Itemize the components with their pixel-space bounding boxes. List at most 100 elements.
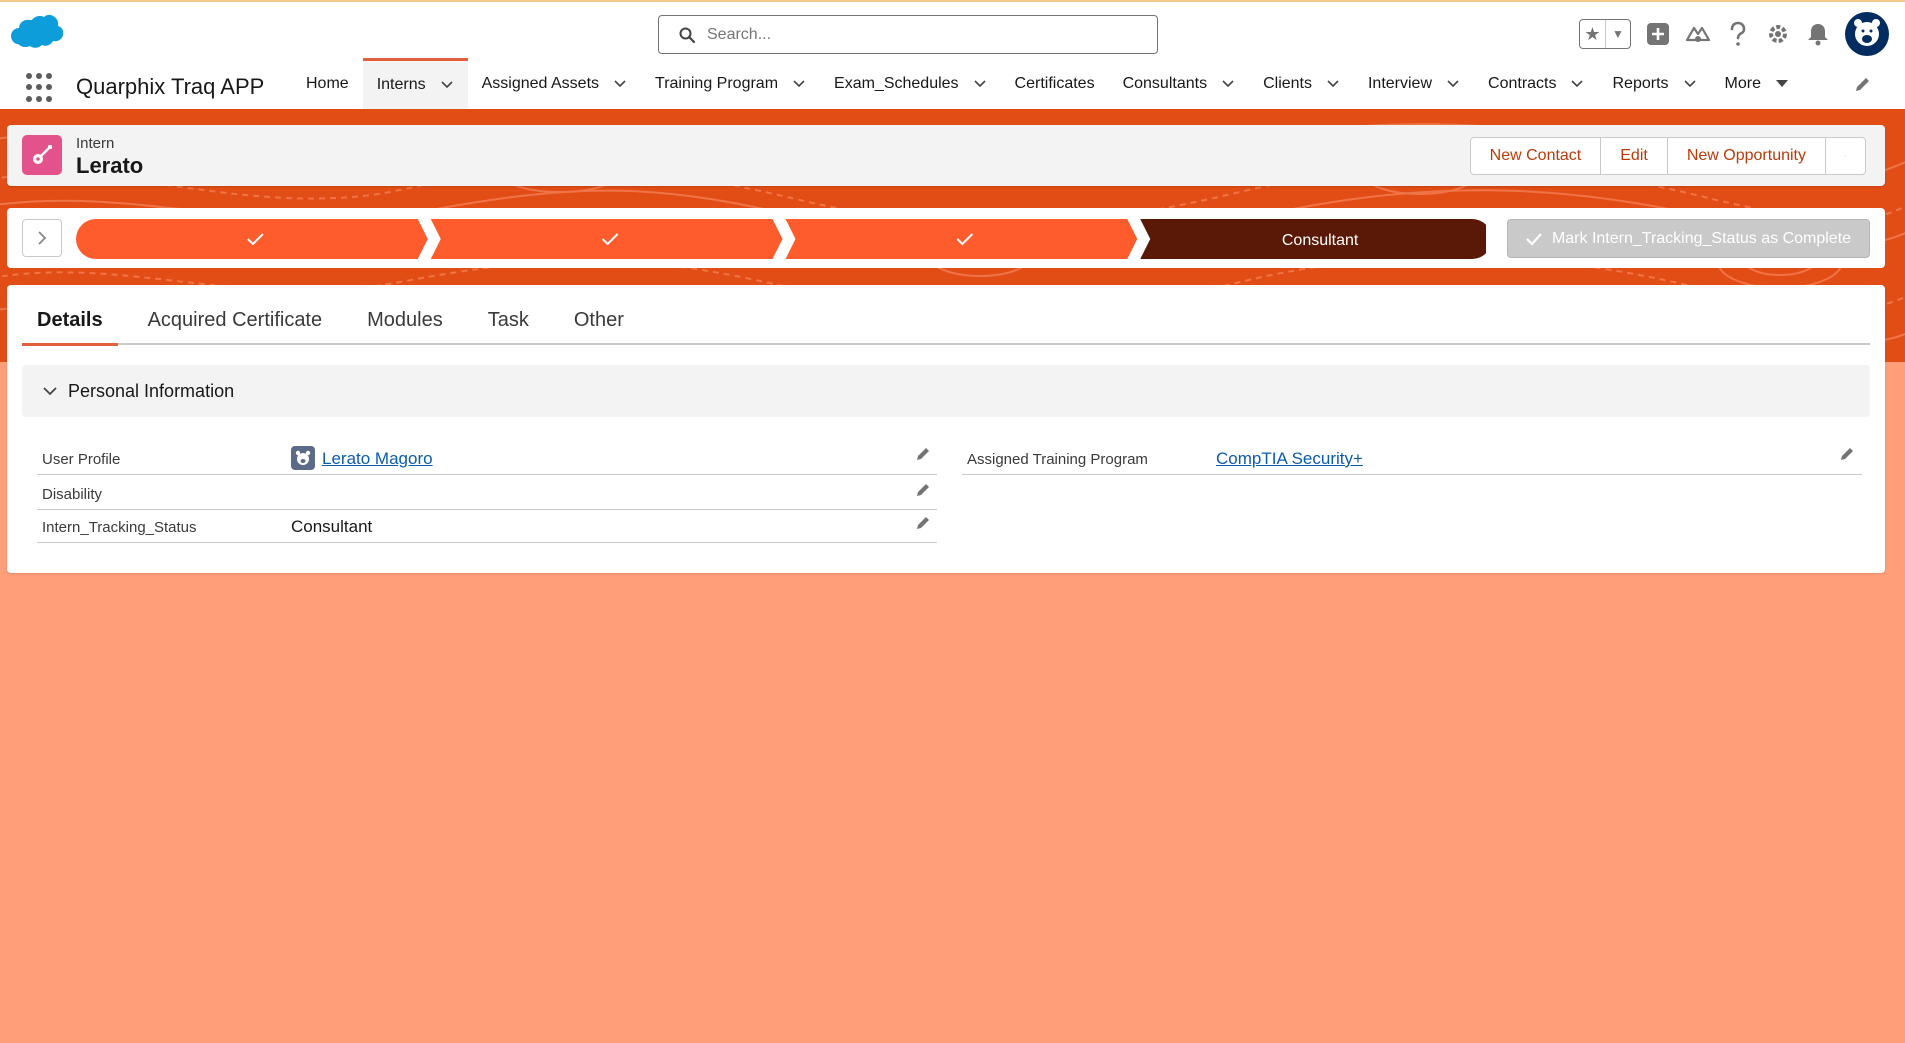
path-stage-label: Consultant [1282, 232, 1359, 249]
header-utilities: ★ ▼ [1579, 12, 1889, 56]
chevron-down-icon[interactable] [1221, 77, 1235, 91]
tab-task[interactable]: Task [473, 285, 544, 345]
path-stage-2[interactable] [430, 219, 783, 259]
checkmark-icon [1526, 232, 1542, 246]
nav-item-label: More [1724, 74, 1761, 92]
mark-status-complete-button[interactable]: Mark Intern_Tracking_Status as Complete [1507, 219, 1870, 258]
nav-item-exam-schedules[interactable]: Exam_Schedules [820, 58, 1001, 109]
path-stages: Consultant [76, 219, 1486, 259]
nav-item-label: Home [306, 74, 349, 92]
status-path: Consultant Mark Intern_Tracking_Status a… [7, 208, 1885, 268]
nav-item-certificates[interactable]: Certificates [1001, 58, 1109, 109]
nav-item-label: Training Program [655, 74, 779, 92]
record-object-label: Intern [76, 135, 115, 152]
nav-item-label: Reports [1612, 74, 1669, 92]
new-opportunity-button[interactable]: New Opportunity [1668, 138, 1826, 174]
caret-down-icon [1845, 155, 1846, 157]
field-label: Assigned Training Program [967, 451, 1148, 468]
user-profile-link[interactable]: Lerato Magoro [322, 449, 433, 469]
tab-acquired-certificate[interactable]: Acquired Certificate [133, 285, 338, 345]
record-name: Lerato [76, 153, 144, 178]
nav-item-label: Consultants [1122, 74, 1208, 92]
record-detail-card: Details Acquired Certificate Modules Tas… [7, 285, 1885, 573]
nav-item-more[interactable]: More [1711, 58, 1803, 109]
global-search[interactable] [658, 15, 1158, 54]
guitar-icon [22, 135, 62, 175]
field-assigned-training-program: Assigned Training Program CompTIA Securi… [962, 442, 1862, 475]
app-name: Quarphix Traq APP [76, 74, 265, 99]
nav-item-label: Exam_Schedules [834, 74, 959, 92]
tab-modules[interactable]: Modules [352, 285, 458, 345]
chevron-down-icon[interactable] [1570, 77, 1584, 91]
setup-gear-icon[interactable] [1765, 21, 1791, 47]
tracking-status-value: Consultant [291, 517, 373, 536]
search-input[interactable] [707, 25, 1127, 44]
chevron-down-icon[interactable]: ▼ [1605, 20, 1630, 48]
record-tabs: Details Acquired Certificate Modules Tas… [22, 285, 1870, 346]
edit-button[interactable]: Edit [1601, 138, 1668, 174]
user-avatar-icon[interactable] [1845, 12, 1889, 56]
global-create-icon[interactable] [1645, 21, 1671, 47]
path-stage-3[interactable] [785, 219, 1138, 259]
tab-details[interactable]: Details [22, 285, 118, 346]
bear-avatar-icon [291, 446, 315, 470]
edit-pencil-icon[interactable] [915, 446, 931, 462]
field-label: Intern_Tracking_Status [42, 519, 197, 536]
app-launcher-icon[interactable] [26, 73, 56, 103]
edit-pencil-icon[interactable] [915, 482, 931, 498]
nav-item-label: Assigned Assets [481, 74, 600, 92]
nav-item-label: Interview [1367, 74, 1433, 92]
favorites-group[interactable]: ★ ▼ [1579, 19, 1631, 49]
training-program-link[interactable]: CompTIA Security+ [1216, 449, 1363, 469]
nav-item-training-program[interactable]: Training Program [641, 58, 820, 109]
nav-item-assigned-assets[interactable]: Assigned Assets [468, 58, 641, 109]
path-stage-4[interactable]: Consultant [1140, 219, 1486, 259]
app-navigation-bar: Quarphix Traq APP Home Interns Assigned As… [0, 58, 1905, 112]
nav-item-label: Interns [376, 76, 426, 93]
field-user-profile: User Profile Lerato Magoro [37, 442, 937, 475]
favorites-star-icon[interactable]: ★ [1580, 20, 1605, 48]
chevron-down-icon[interactable] [792, 77, 806, 91]
chevron-down-icon[interactable] [973, 77, 987, 91]
section-title: Personal Information [68, 380, 235, 401]
more-actions-button[interactable] [1826, 138, 1865, 174]
chevron-down-icon[interactable] [1326, 77, 1340, 91]
nav-item-interview[interactable]: Interview [1354, 58, 1474, 109]
field-label: Disability [42, 486, 103, 503]
chevron-down-icon[interactable] [1446, 77, 1460, 91]
salesforce-cloud-icon[interactable] [10, 14, 64, 54]
nav-item-label: Certificates [1014, 74, 1095, 92]
record-highlights-panel: Intern Lerato New Contact Edit New Oppor… [7, 125, 1885, 186]
chevron-right-icon [38, 231, 47, 245]
nav-items: Home Interns Assigned Assets Training Progr… [292, 58, 1803, 109]
global-header: ★ ▼ [0, 0, 1905, 58]
field-label: User Profile [42, 451, 121, 468]
notifications-bell-icon[interactable] [1805, 21, 1831, 47]
edit-pencil-icon[interactable] [915, 515, 931, 531]
nav-item-reports[interactable]: Reports [1598, 58, 1710, 109]
path-expand-button[interactable] [22, 219, 62, 257]
edit-nav-pencil-icon[interactable] [1853, 74, 1873, 94]
path-stage-1[interactable] [76, 219, 428, 259]
tab-other[interactable]: Other [559, 285, 639, 345]
chevron-down-icon[interactable] [1775, 77, 1789, 91]
field-disability: Disability [37, 477, 937, 510]
nav-item-clients[interactable]: Clients [1249, 58, 1354, 109]
nav-item-home[interactable]: Home [292, 58, 363, 109]
nav-item-label: Clients [1263, 74, 1312, 92]
nav-item-interns[interactable]: Interns [362, 58, 468, 109]
chevron-down-icon[interactable] [613, 77, 627, 91]
record-action-group: New Contact Edit New Opportunity [1469, 137, 1866, 175]
trailhead-icon[interactable] [1685, 21, 1711, 47]
chevron-down-icon[interactable] [440, 78, 454, 92]
help-icon[interactable] [1725, 21, 1751, 47]
chevron-down-icon[interactable] [1683, 77, 1697, 91]
search-icon [679, 27, 695, 43]
mark-status-complete-label: Mark Intern_Tracking_Status as Complete [1551, 229, 1852, 247]
section-personal-information[interactable]: Personal Information [22, 365, 1870, 417]
nav-item-consultants[interactable]: Consultants [1109, 58, 1250, 109]
edit-pencil-icon[interactable] [1839, 446, 1855, 462]
chevron-down-icon [43, 387, 57, 396]
nav-item-contracts[interactable]: Contracts [1474, 58, 1598, 109]
new-contact-button[interactable]: New Contact [1471, 138, 1602, 174]
